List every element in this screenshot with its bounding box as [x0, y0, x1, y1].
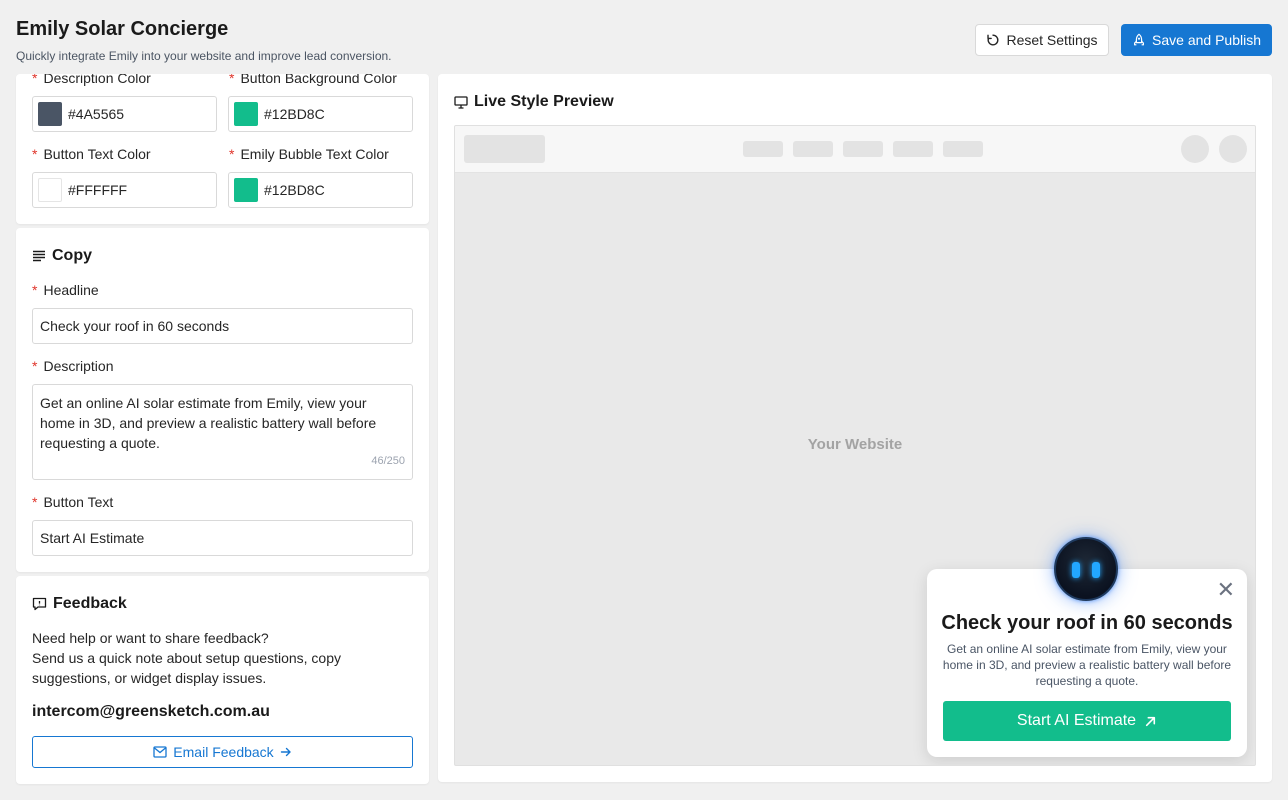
arrow-right-icon — [280, 747, 291, 757]
avatar-placeholder — [1219, 135, 1247, 163]
nav-link-placeholder — [743, 141, 783, 157]
email-feedback-button[interactable]: Email Feedback — [32, 736, 413, 768]
feedback-text: Need help or want to share feedback? Sen… — [32, 628, 412, 688]
button-bg-color-label: * Button Background Color — [229, 74, 397, 86]
reset-settings-button[interactable]: Reset Settings — [975, 24, 1109, 56]
button-text-color-value: #FFFFFF — [68, 182, 128, 198]
copy-card: Copy * Headline Check your roof in 60 sec… — [16, 228, 429, 572]
bubble-text-color-field[interactable]: #12BD8C — [228, 172, 413, 208]
reset-settings-label: Reset Settings — [1006, 32, 1098, 48]
website-preview: Your Website ✕ Check your roof in 60 sec… — [454, 125, 1256, 766]
feedback-email: intercom@greensketch.com.au — [32, 703, 270, 720]
feedback-section-title: Feedback — [32, 595, 127, 613]
headline-input[interactable]: Check your roof in 60 seconds — [32, 308, 413, 344]
save-publish-button[interactable]: Save and Publish — [1121, 24, 1272, 56]
page-subtitle: Quickly integrate Emily into your websit… — [16, 49, 392, 63]
email-feedback-label: Email Feedback — [173, 744, 274, 760]
arrow-up-right-icon — [1145, 716, 1156, 726]
button-text-color-label: * Button Text Color — [32, 146, 151, 162]
color-swatch[interactable] — [38, 102, 62, 126]
description-color-field[interactable]: #4A5565 — [32, 96, 217, 132]
text-lines-icon — [33, 250, 45, 262]
nav-link-placeholder — [943, 141, 983, 157]
emily-avatar[interactable] — [1054, 537, 1118, 601]
bubble-text-color-label: * Emily Bubble Text Color — [229, 146, 389, 162]
description-label: * Description — [32, 358, 114, 374]
monitor-icon — [454, 95, 468, 109]
logo-placeholder — [464, 135, 545, 163]
button-text-label: * Button Text — [32, 494, 114, 510]
rocket-icon — [1134, 33, 1145, 46]
nav-link-placeholder — [843, 141, 883, 157]
reset-icon — [987, 34, 999, 46]
feedback-card: Feedback Need help or want to share feed… — [16, 576, 429, 784]
character-counter: 46/250 — [371, 455, 405, 467]
feedback-line-2: Send us a quick note about setup questio… — [32, 650, 341, 686]
website-nav-placeholder — [455, 126, 1255, 173]
widget-start-button[interactable]: Start AI Estimate — [943, 701, 1231, 741]
page-title: Emily Solar Concierge — [16, 18, 229, 40]
description-textarea[interactable]: Get an online AI solar estimate from Emi… — [32, 384, 413, 480]
widget-headline: Check your roof in 60 seconds — [941, 612, 1233, 634]
button-text-color-field[interactable]: #FFFFFF — [32, 172, 217, 208]
avatar-eye — [1072, 562, 1080, 578]
color-swatch[interactable] — [234, 102, 258, 126]
icon-placeholder — [1181, 135, 1209, 163]
description-text: Get an online AI solar estimate from Emi… — [40, 395, 377, 451]
headline-label: * Headline — [32, 282, 99, 298]
close-icon[interactable]: ✕ — [1217, 579, 1235, 601]
mail-icon — [153, 746, 167, 758]
colors-card: * Description Color * Button Background Co… — [16, 74, 429, 224]
widget-start-label: Start AI Estimate — [1016, 712, 1137, 729]
bubble-text-color-value: #12BD8C — [264, 182, 325, 198]
color-swatch[interactable] — [234, 178, 258, 202]
nav-link-placeholder — [793, 141, 833, 157]
description-color-value: #4A5565 — [68, 106, 125, 122]
save-publish-label: Save and Publish — [1152, 32, 1261, 48]
nav-link-placeholder — [893, 141, 933, 157]
avatar-eye — [1092, 562, 1100, 578]
description-color-label: * Description Color — [32, 74, 151, 86]
feedback-line-1: Need help or want to share feedback? — [32, 630, 269, 646]
button-text-input[interactable]: Start AI Estimate — [32, 520, 413, 556]
website-label: Your Website — [807, 436, 903, 453]
widget-description: Get an online AI solar estimate from Emi… — [942, 642, 1232, 688]
button-bg-color-field[interactable]: #12BD8C — [228, 96, 413, 132]
color-swatch[interactable] — [38, 178, 62, 202]
copy-section-title: Copy — [32, 247, 92, 265]
message-icon — [32, 597, 47, 611]
button-bg-color-value: #12BD8C — [264, 106, 325, 122]
preview-title: Live Style Preview — [454, 93, 614, 111]
preview-card: Live Style Preview Your Website ✕ Check … — [438, 74, 1272, 782]
